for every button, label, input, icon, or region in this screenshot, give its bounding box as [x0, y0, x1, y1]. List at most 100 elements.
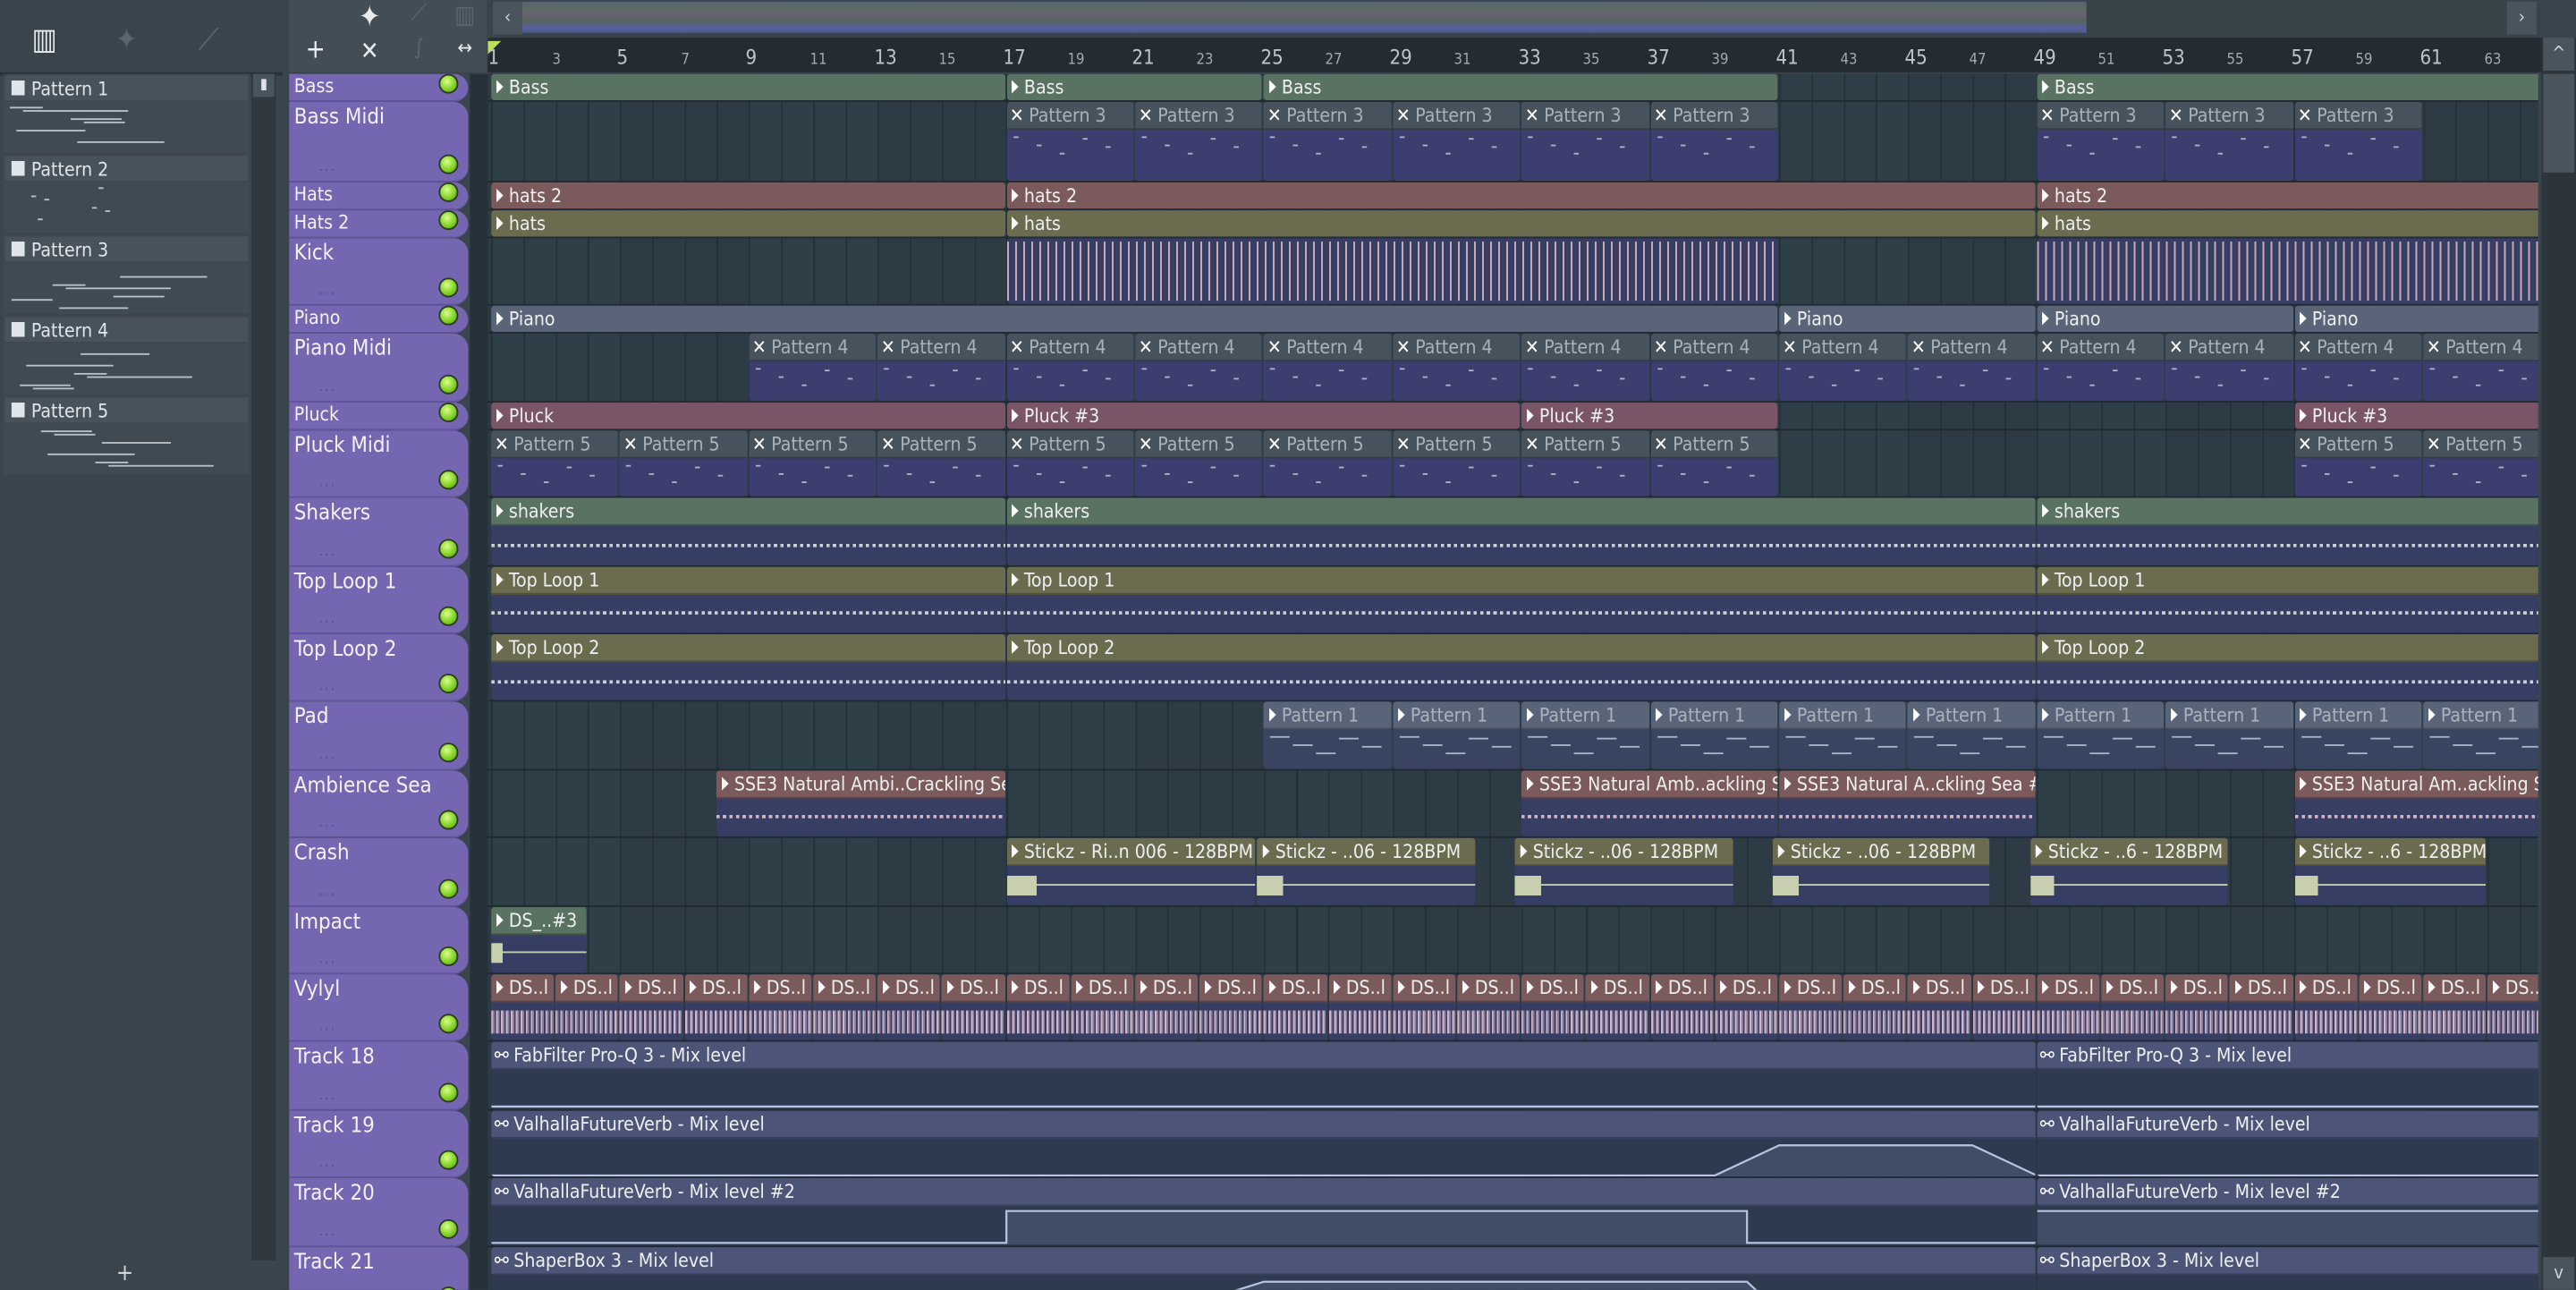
- automation-clip[interactable]: ⚯ ValhallaFutureVerb - Mix level #2: [2037, 1178, 2538, 1245]
- automation-icon[interactable]: ⟋: [184, 23, 233, 58]
- ruler-bar-number[interactable]: 21: [1132, 46, 1155, 69]
- audio-clip[interactable]: ⏵ Top Loop 2: [2037, 633, 2538, 701]
- pattern-clip[interactable]: ✕ Pattern 5: [1521, 429, 1649, 497]
- track-lane[interactable]: ⏵ Stickz - Ri..n 006 - 128BPM ⏵ Stickz - ..…: [487, 838, 2538, 907]
- pattern-clip[interactable]: ✕ Pattern 4: [2294, 334, 2422, 401]
- automation-clip[interactable]: ⚯ ValhallaFutureVerb - Mix level: [491, 1110, 2036, 1177]
- ruler-bar-number[interactable]: 53: [2162, 46, 2184, 69]
- pattern-clip[interactable]: ✕ Pattern 3: [1393, 101, 1521, 182]
- ruler-bar-number[interactable]: 39: [1711, 53, 1728, 69]
- audio-clip[interactable]: ⏵DS..l: [1908, 974, 1971, 1041]
- audio-clip[interactable]: ⏵DS..l: [2230, 974, 2293, 1041]
- audio-clip[interactable]: ⏵DS..l: [1779, 974, 1843, 1041]
- audio-clip[interactable]: ⏵DS..l: [1006, 974, 1070, 1041]
- track-mute-led[interactable]: [438, 73, 459, 94]
- ruler-bar-number[interactable]: 3: [552, 53, 560, 69]
- ruler-bar-number[interactable]: 49: [2033, 46, 2055, 69]
- audio-clip[interactable]: [1006, 238, 1778, 305]
- ruler-bar-number[interactable]: 43: [1840, 53, 1857, 69]
- track-header[interactable]: Hats 2: [289, 210, 469, 239]
- audio-clip[interactable]: ⏵ Top Loop 1: [2037, 565, 2538, 633]
- stretch-icon[interactable]: ↔: [440, 36, 489, 59]
- audio-clip[interactable]: ⏵ hats: [1006, 210, 2036, 237]
- track-options-dots[interactable]: ...: [318, 1224, 336, 1240]
- track-options-dots[interactable]: ...: [318, 679, 336, 695]
- pattern-clip[interactable]: ✕ Pattern 4: [1006, 334, 1134, 401]
- timeline-ruler[interactable]: 1 3 5 7 9 11 13 15 17 19 21 23 25 27 29 31 33 35 37 39 41 43 4…: [487, 38, 2542, 72]
- pattern-clip[interactable]: ⏵ Pattern 1: [2423, 702, 2538, 769]
- track-options-dots[interactable]: ...: [318, 1019, 336, 1035]
- track-mute-led[interactable]: [438, 810, 459, 830]
- track-mute-led[interactable]: [438, 306, 459, 327]
- ruler-bar-number[interactable]: 51: [2098, 53, 2115, 69]
- audio-clip[interactable]: ⏵DS..l: [1843, 974, 1907, 1041]
- ruler-bar-number[interactable]: 57: [2291, 46, 2313, 69]
- pattern-clip[interactable]: ✕ Pattern 5: [620, 429, 748, 497]
- cut-icon[interactable]: ✕: [345, 36, 394, 65]
- automation-clip[interactable]: ⚯ ShaperBox 3 - Mix level: [491, 1246, 2036, 1290]
- track-header[interactable]: Piano Midi...: [289, 334, 469, 403]
- ruler-bar-number[interactable]: 41: [1776, 46, 1799, 69]
- track-options-dots[interactable]: ...: [318, 543, 336, 559]
- ruler-bar-number[interactable]: 47: [1969, 53, 1986, 69]
- pattern-clip[interactable]: ✕ Pattern 5: [2294, 429, 2422, 497]
- automation-curve[interactable]: [2037, 1138, 2538, 1177]
- automation-clip[interactable]: ⚯ ValhallaFutureVerb - Mix level: [2037, 1110, 2538, 1177]
- track-header[interactable]: Vylyl...: [289, 974, 469, 1043]
- scroll-thumb[interactable]: ▮: [252, 73, 275, 98]
- track-lane[interactable]: ⏵ DS..l ⏵ DS..l ⏵ DS..l ⏵ DS..l ⏵ DS..l ⏵ DS..l ⏵ DS.…: [487, 974, 2538, 1043]
- automation-clip[interactable]: ⚯ ValhallaFutureVerb - Mix level #2: [491, 1178, 2036, 1245]
- automation-curve[interactable]: [491, 1138, 2036, 1177]
- scroll-down-button[interactable]: v: [2543, 1257, 2575, 1290]
- track-lane[interactable]: [487, 238, 2538, 307]
- track-mute-led[interactable]: [438, 154, 459, 174]
- pattern-clip[interactable]: ✕ Pattern 4: [749, 334, 877, 401]
- pattern-clip[interactable]: ✕ Pattern 4: [877, 334, 1005, 401]
- track-mute-led[interactable]: [438, 606, 459, 626]
- audio-clip[interactable]: ⏵SSE3 Natural Am..ackling Sea: [2294, 770, 2538, 837]
- audio-clip[interactable]: ⏵DS..l: [2037, 974, 2100, 1041]
- track-lane[interactable]: ⏵ Piano ⏵ Piano ⏵ Piano ⏵ Piano: [487, 306, 2538, 335]
- curve-icon[interactable]: ∫: [394, 36, 444, 61]
- ruler-bar-number[interactable]: 33: [1518, 46, 1540, 69]
- pattern-clip[interactable]: ⏵ Pattern 1: [2165, 702, 2293, 769]
- pattern-header[interactable]: Pattern 4: [3, 315, 250, 344]
- overview-strip[interactable]: ‹ ›: [489, 0, 2540, 37]
- scroll-up-button[interactable]: ^: [2543, 38, 2575, 71]
- automation-curve[interactable]: [491, 1207, 2036, 1245]
- pattern-clip[interactable]: ⏵ Pattern 1: [1650, 702, 1778, 769]
- audio-clip[interactable]: ⏵DS..l: [1135, 974, 1199, 1041]
- ruler-bar-number[interactable]: 5: [616, 46, 628, 69]
- track-mute-led[interactable]: [438, 1082, 459, 1103]
- pattern-clip[interactable]: ✕ Pattern 5: [1264, 429, 1392, 497]
- track-lane[interactable]: ⏵ DS_..#3: [487, 906, 2538, 975]
- track-header[interactable]: Ambience Sea...: [289, 770, 469, 839]
- audio-clip[interactable]: ⏵ hats: [2037, 210, 2538, 237]
- automation-curve[interactable]: [2037, 1070, 2538, 1109]
- ruler-bar-number[interactable]: 45: [1904, 46, 1927, 69]
- pattern-clip[interactable]: ⏵ Pattern 1: [1393, 702, 1521, 769]
- pattern-clip[interactable]: ✕ Pattern 5: [1393, 429, 1521, 497]
- ruler-bar-number[interactable]: 63: [2484, 53, 2501, 69]
- track-mute-led[interactable]: [438, 878, 459, 898]
- track-mute-led[interactable]: [438, 538, 459, 558]
- song-overview-thumbnail[interactable]: [522, 1, 2087, 33]
- audio-clip[interactable]: ⏵ Top Loop 2: [1006, 633, 2036, 701]
- pattern-clip[interactable]: ⏵ Pattern 1: [1264, 702, 1392, 769]
- pattern-clip[interactable]: ✕ Pattern 3: [1006, 101, 1134, 182]
- audio-clip[interactable]: ⏵ Pluck: [491, 402, 1005, 429]
- ruler-bar-number[interactable]: 27: [1325, 53, 1342, 69]
- pattern-item[interactable]: Pattern 3: [3, 234, 250, 316]
- audio-clip[interactable]: ⏵ hats: [491, 210, 1005, 237]
- track-options-dots[interactable]: ...: [318, 883, 336, 899]
- track-mute-led[interactable]: [438, 470, 459, 490]
- ruler-bar-number[interactable]: 61: [2420, 46, 2443, 69]
- track-options-dots[interactable]: ...: [318, 951, 336, 967]
- vertical-scrollbar[interactable]: ^ v: [2541, 38, 2576, 1290]
- piano-roll-icon[interactable]: ▥: [440, 0, 489, 30]
- audio-clip[interactable]: ⏵DS..l: [1715, 974, 1778, 1041]
- track-mute-led[interactable]: [438, 374, 459, 395]
- ruler-bar-number[interactable]: 55: [2226, 53, 2243, 69]
- audio-clip[interactable]: ⏵DS..l: [877, 974, 941, 1041]
- track-mute-led[interactable]: [438, 1014, 459, 1035]
